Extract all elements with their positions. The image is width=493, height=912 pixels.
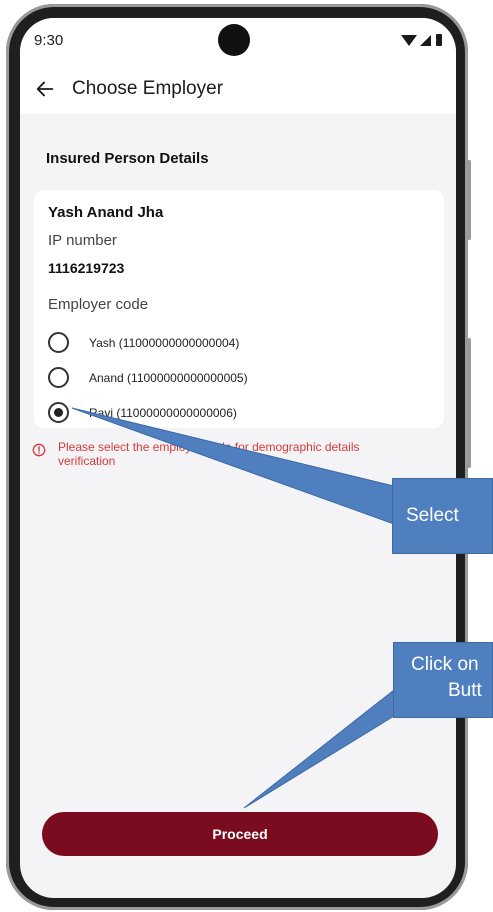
insured-person-card: Yash Anand Jha IP number 1116219723 Empl… [34, 190, 444, 428]
phone-side-button [466, 160, 471, 240]
phone-screen: 9:30 Choose Employer Insured Person Deta… [20, 18, 456, 898]
status-icons [401, 34, 442, 46]
radio-button[interactable] [48, 332, 69, 353]
callout-click-proceed: Click on Butt [393, 642, 493, 718]
callout-click-line2: Butt [448, 680, 482, 701]
ip-number-label: IP number [48, 232, 117, 249]
section-title: Insured Person Details [46, 150, 209, 167]
error-message: Please select the employer code for demo… [58, 440, 360, 468]
camera-cutout [218, 24, 250, 56]
ip-number-value: 1116219723 [48, 260, 125, 276]
top-app-bar: Choose Employer [20, 64, 456, 114]
employer-option-label: Yash (11000000000000004) [89, 335, 240, 350]
employer-option-ravi[interactable]: Ravi (11000000000000006) [48, 402, 237, 423]
status-time: 9:30 [34, 32, 64, 49]
wifi-icon [401, 35, 417, 46]
employer-code-label: Employer code [48, 296, 149, 313]
arrow-left-icon[interactable] [34, 78, 56, 100]
employer-option-yash[interactable]: Yash (11000000000000004) [48, 332, 239, 353]
callout-click-line1: Click on [411, 654, 479, 675]
validation-error: Please select the employer code for demo… [32, 440, 388, 468]
employer-option-anand[interactable]: Anand (11000000000000005) [48, 367, 248, 388]
status-bar: 9:30 [20, 18, 456, 64]
page-title: Choose Employer [72, 78, 224, 99]
callout-select: Select [392, 478, 493, 554]
phone-volume-button [466, 338, 471, 468]
radio-button-selected[interactable] [48, 402, 69, 423]
employer-option-label: Anand (11000000000000005) [89, 370, 248, 385]
info-circle-icon [32, 443, 46, 457]
battery-icon [436, 34, 442, 46]
signal-icon [420, 35, 431, 46]
radio-button[interactable] [48, 367, 69, 388]
employer-option-label: Ravi (11000000000000006) [89, 405, 237, 420]
proceed-button[interactable]: Proceed [42, 812, 438, 856]
person-name: Yash Anand Jha [48, 204, 164, 221]
callout-select-text: Select [406, 505, 459, 526]
